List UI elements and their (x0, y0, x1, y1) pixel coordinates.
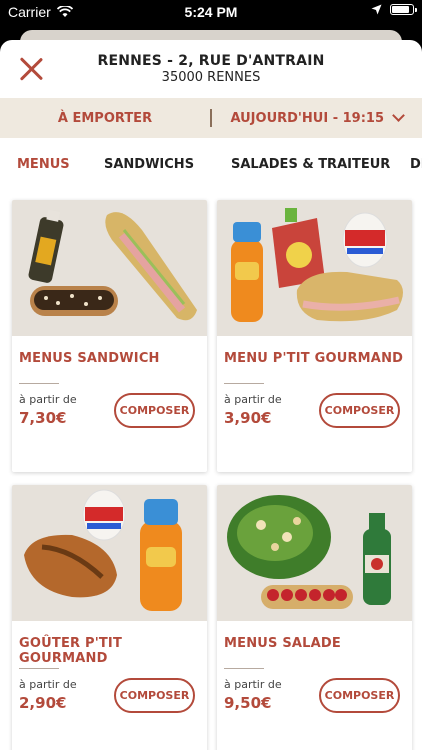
product-card[interactable]: GOÛTER P'TIT GOURMAND à partir de 2,90€ … (12, 485, 207, 750)
price-prefix: à partir de (224, 678, 282, 691)
status-right (371, 4, 417, 15)
kinder-egg-icon (342, 212, 388, 268)
header: RENNES - 2, RUE D'ANTRAIN 35000 RENNES (0, 40, 422, 98)
oasis-bottle-icon (140, 499, 182, 611)
product-grid: MENUS SANDWICH à partir de 7,30€ COMPOSE… (0, 198, 422, 750)
tab-sandwichs[interactable]: SANDWICHS (104, 157, 194, 172)
juice-bottle-icon (28, 209, 64, 283)
price-prefix: à partir de (19, 393, 77, 406)
water-bottle-icon (363, 513, 391, 605)
divider (224, 383, 264, 384)
price-prefix: à partir de (224, 393, 282, 406)
product-card[interactable]: MENU P'TIT GOURMAND à partir de 3,90€ CO… (217, 200, 412, 472)
order-mode-button[interactable]: À EMPORTER (0, 111, 210, 126)
battery-icon (390, 4, 417, 15)
sandwich-icon (105, 212, 197, 321)
status-bar: Carrier 5:24 PM (0, 0, 422, 24)
kinder-egg-icon (82, 489, 126, 541)
product-image (12, 485, 207, 621)
compose-button[interactable]: COMPOSER (319, 678, 400, 713)
chevron-down-icon (392, 109, 405, 122)
product-title: GOÛTER P'TIT GOURMAND (19, 636, 123, 666)
product-image (217, 485, 412, 621)
product-card[interactable]: MENUS SANDWICH à partir de 7,30€ COMPOSE… (12, 200, 207, 472)
oasis-bottle-icon (231, 222, 263, 322)
store-name: RENNES - 2, RUE D'ANTRAIN (97, 53, 325, 69)
compose-button[interactable]: COMPOSER (114, 678, 195, 713)
sandwich-icon (296, 271, 403, 322)
tab-menus[interactable]: MENUS (17, 157, 70, 172)
compose-button[interactable]: COMPOSER (319, 393, 400, 428)
product-title: MENUS SALADE (224, 636, 341, 651)
divider (19, 668, 59, 669)
order-options-bar: À EMPORTER AUJOURD'HUI - 19:15 (0, 98, 422, 138)
product-image (217, 200, 412, 336)
store-city: 35000 RENNES (161, 70, 261, 85)
product-title: MENU P'TIT GOURMAND (224, 351, 404, 366)
eclair-icon (30, 286, 118, 316)
tab-salades-traiteur[interactable]: SALADES & TRAITEUR (231, 157, 390, 172)
product-price: 7,30€ (19, 409, 67, 427)
product-card[interactable]: MENUS SALADE à partir de 9,50€ COMPOSER (217, 485, 412, 750)
product-price: 3,90€ (224, 409, 272, 427)
salad-bowl-icon (227, 495, 331, 579)
price-prefix: à partir de (19, 678, 77, 691)
location-arrow-icon (371, 4, 382, 15)
compose-button[interactable]: COMPOSER (114, 393, 195, 428)
product-title: MENUS SANDWICH (19, 351, 160, 366)
clock: 5:24 PM (184, 4, 238, 20)
battery-fill (392, 6, 410, 13)
tab-desserts[interactable]: DE (410, 157, 422, 172)
order-time-selector[interactable]: AUJOURD'HUI - 19:15 (212, 109, 422, 126)
raspberry-tart-icon (261, 585, 353, 609)
divider (19, 383, 59, 384)
product-image (12, 200, 207, 336)
order-time-label: AUJOURD'HUI - 19:15 (230, 110, 385, 126)
product-price: 9,50€ (224, 694, 272, 712)
product-price: 2,90€ (19, 694, 67, 712)
pain-au-chocolat-icon (24, 534, 117, 598)
divider (224, 668, 264, 669)
category-tabs: MENUS SANDWICHS SALADES & TRAITEUR DE (0, 138, 422, 190)
